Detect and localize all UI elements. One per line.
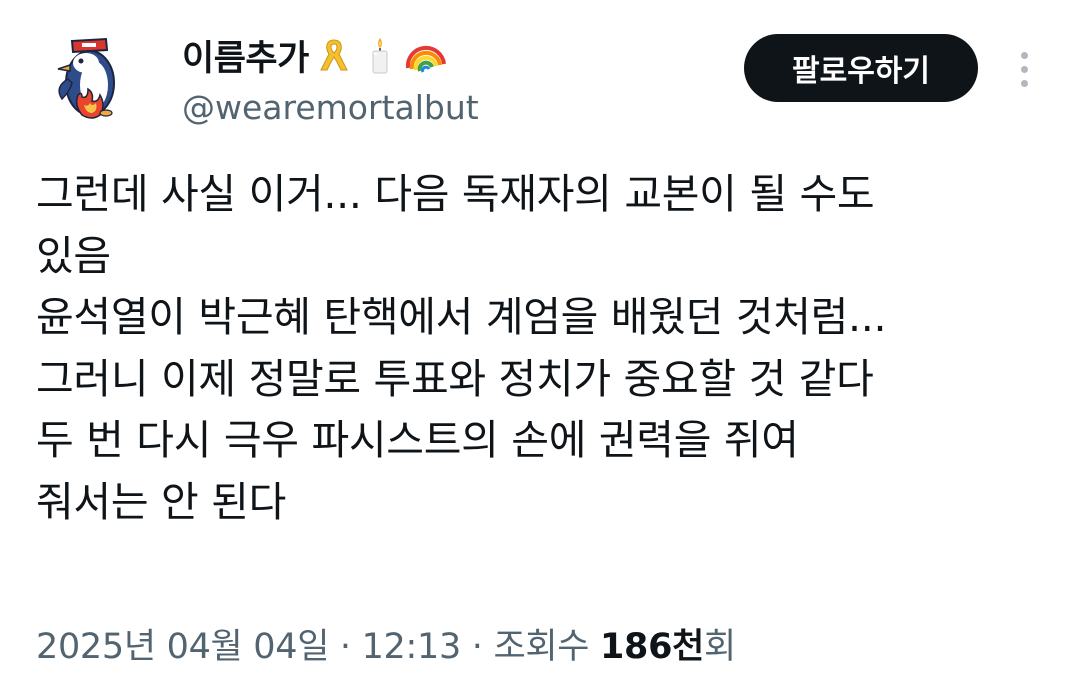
follow-button[interactable]: 팔로우하기	[744, 34, 978, 102]
views-count: 186천	[599, 627, 705, 667]
rainbow-icon	[405, 34, 447, 76]
tweet-text-line: 그런데 사실 이거... 다음 독재자의 교본이 될 수도	[36, 170, 875, 218]
penguin-avatar-icon	[57, 37, 115, 119]
avatar[interactable]	[40, 25, 140, 125]
tweet-text-line: 줘서는 안 된다	[36, 477, 286, 526]
meta-separator: ·	[460, 627, 494, 667]
tweet-meta: 2025년 04월 04일 · 12:13 · 조회수 186천회	[36, 618, 736, 669]
tweet-text-line: 윤석열이 박근혜 탄핵에서 계엄을 배웠던 것처럼...	[36, 293, 887, 341]
more-dot	[1020, 79, 1028, 87]
more-vertical-icon[interactable]	[1006, 44, 1042, 94]
yellow-ribbon-icon	[313, 34, 355, 76]
display-name[interactable]: 이름추가	[182, 30, 309, 81]
candle-icon	[359, 34, 401, 76]
tweet-time[interactable]: 12:13	[362, 627, 462, 667]
meta-separator: ·	[329, 627, 362, 667]
tweet-date[interactable]: 2025년 04월 04일	[36, 627, 329, 667]
tweet-text-line: 있음	[36, 231, 111, 280]
tweet-text: 그런데 사실 이거... 다음 독재자의 교본이 될 수도 있음 윤석열이 박근…	[36, 164, 1046, 533]
tweet-card: 이름추가 @wearemortalbut 팔로우하기 그런데 사실 이거... …	[0, 0, 1080, 699]
user-handle[interactable]: @wearemortalbut	[182, 88, 722, 127]
display-name-row: 이름추가	[182, 28, 722, 82]
views-suffix: 회	[704, 627, 736, 667]
user-info: 이름추가 @wearemortalbut	[182, 28, 722, 127]
tweet-text-line: 두 번 다시 극우 파시스트의 손에 권력을 쥐여	[36, 416, 799, 464]
more-dot	[1020, 51, 1028, 59]
more-dot	[1020, 65, 1028, 73]
views-label: 조회수	[493, 627, 600, 667]
tweet-text-line: 그러니 이제 정말로 투표와 정치가 중요할 것 같다	[36, 354, 874, 403]
